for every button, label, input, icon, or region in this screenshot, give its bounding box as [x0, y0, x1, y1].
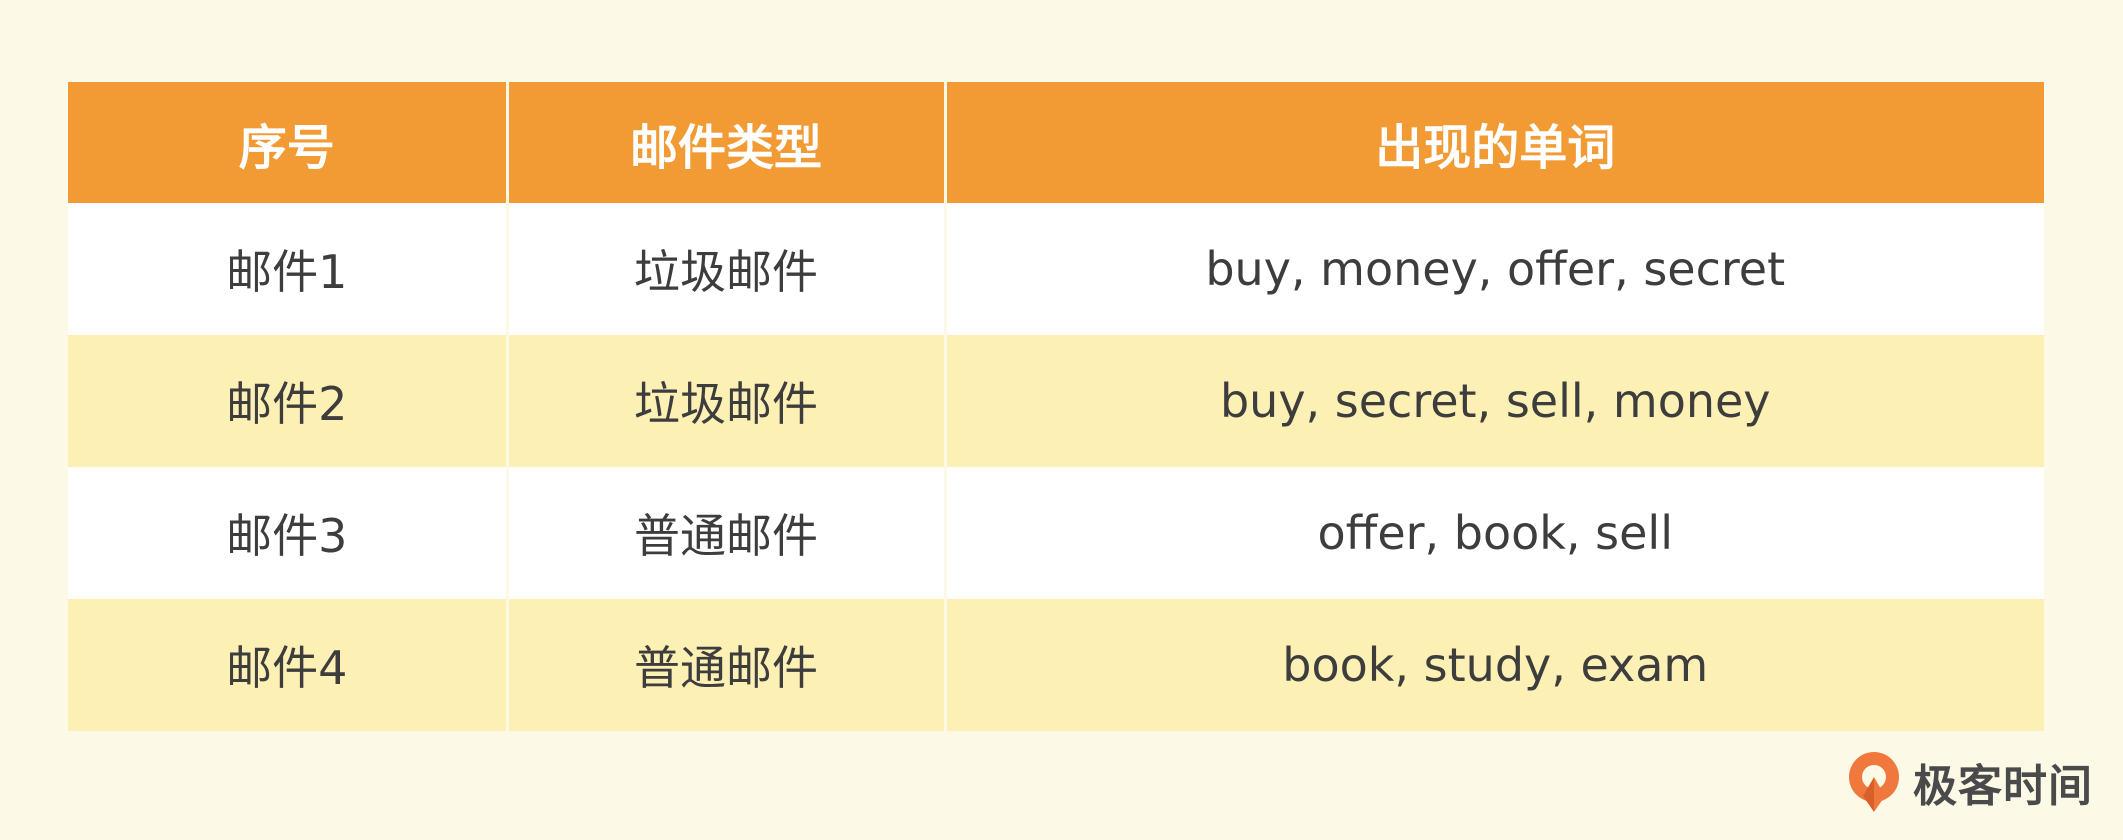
header-email-type: 邮件类型: [505, 82, 945, 203]
table-row: 邮件4 普通邮件 book, study, exam: [68, 599, 2044, 731]
table-row: 邮件1 垃圾邮件 buy, money, offer, secret: [68, 203, 2044, 335]
cell-index: 邮件2: [68, 335, 507, 467]
brand-name: 极客时间: [1913, 761, 2093, 812]
cell-words: book, study, exam: [943, 599, 2044, 731]
table-row: 邮件3 普通邮件 offer, book, sell: [68, 467, 2044, 599]
cell-email-type: 垃圾邮件: [505, 203, 945, 335]
cell-words: buy, money, offer, secret: [943, 203, 2044, 335]
header-words: 出现的单词: [943, 82, 2044, 203]
cell-email-type: 垃圾邮件: [505, 335, 945, 467]
email-words-table: 序号 邮件类型 出现的单词 邮件1 垃圾邮件 buy, money, offer…: [68, 82, 2044, 731]
cell-index: 邮件1: [68, 203, 507, 335]
cell-email-type: 普通邮件: [505, 467, 945, 599]
geektime-logo-icon: [1849, 752, 1899, 812]
cell-index: 邮件4: [68, 599, 507, 731]
cell-email-type: 普通邮件: [505, 599, 945, 731]
header-index: 序号: [68, 82, 507, 203]
cell-index: 邮件3: [68, 467, 507, 599]
table-row: 邮件2 垃圾邮件 buy, secret, sell, money: [68, 335, 2044, 467]
table-header-row: 序号 邮件类型 出现的单词: [68, 82, 2044, 203]
brand-watermark: 极客时间: [1845, 750, 2093, 814]
cell-words: offer, book, sell: [943, 467, 2044, 599]
cell-words: buy, secret, sell, money: [943, 335, 2044, 467]
